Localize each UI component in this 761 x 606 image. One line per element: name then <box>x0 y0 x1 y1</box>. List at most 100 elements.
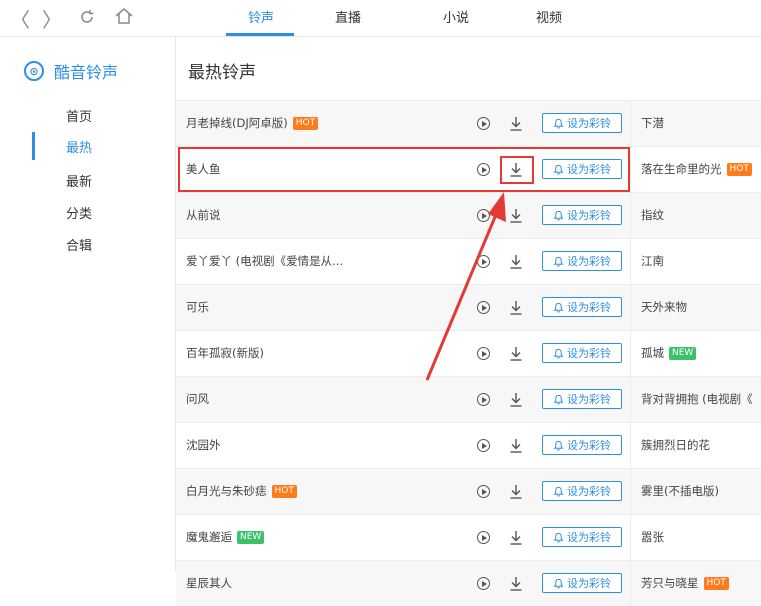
play-icon[interactable] <box>477 531 490 544</box>
download-icon[interactable] <box>508 528 524 546</box>
ringtone-title[interactable]: 月老掉线(DJ阿卓版) HOT <box>186 101 319 146</box>
ringtone-title[interactable]: 从前说 <box>186 193 221 238</box>
list-item[interactable]: 百年孤寂(新版) 设为彩铃 孤城 NEW <box>176 330 761 376</box>
list-item[interactable]: 爱丫爱丫 (电视剧《爱情是从... 设为彩铃 江南 <box>176 238 761 284</box>
download-icon[interactable] <box>508 344 524 362</box>
sidebar-item-home[interactable]: 首页 <box>66 106 92 125</box>
tab-video[interactable]: 视频 <box>536 7 562 26</box>
column-divider <box>630 101 631 146</box>
tab-live[interactable]: 直播 <box>335 7 361 26</box>
forward-icon[interactable]: 〉 <box>42 4 62 33</box>
download-icon[interactable] <box>508 574 524 592</box>
play-icon[interactable] <box>477 485 490 498</box>
ringtone-title-right[interactable]: 指纹 <box>641 193 664 238</box>
play-icon[interactable] <box>477 577 490 590</box>
refresh-icon[interactable] <box>78 8 96 26</box>
play-icon[interactable] <box>477 393 490 406</box>
play-icon[interactable] <box>477 347 490 360</box>
tab-novel[interactable]: 小说 <box>443 7 469 26</box>
list-item[interactable]: 沈园外 设为彩铃 簇拥烈日的花 <box>176 422 761 468</box>
hot-badge: HOT <box>703 577 729 590</box>
sidebar: ⊙ 酷音铃声 首页 最热 最新 分类 合辑 <box>0 37 176 571</box>
sidebar-item-newest[interactable]: 最新 <box>66 171 92 190</box>
new-badge: NEW <box>669 347 697 360</box>
set-ringback-label: 设为彩铃 <box>567 209 611 222</box>
set-ringback-button[interactable]: 设为彩铃 <box>542 527 622 547</box>
ringtone-title-text: 可乐 <box>186 300 209 314</box>
ringtone-title-right[interactable]: 嚣张 <box>641 515 664 560</box>
set-ringback-button[interactable]: 设为彩铃 <box>542 481 622 501</box>
column-divider <box>630 285 631 330</box>
set-ringback-label: 设为彩铃 <box>567 439 611 452</box>
list-item[interactable]: 问风 设为彩铃 背对背拥抱 (电视剧《 <box>176 376 761 422</box>
play-icon[interactable] <box>477 117 490 130</box>
ringtone-title-right[interactable]: 下潜 <box>641 101 664 146</box>
set-ringback-button[interactable]: 设为彩铃 <box>542 113 622 133</box>
download-icon[interactable] <box>508 114 524 132</box>
list-item[interactable]: 白月光与朱砂痣 HOT 设为彩铃 雾里(不插电版) <box>176 468 761 514</box>
ringtone-title[interactable]: 沈园外 <box>186 423 221 468</box>
set-ringback-button[interactable]: 设为彩铃 <box>542 205 622 225</box>
hot-badge: HOT <box>271 485 297 498</box>
set-ringback-button[interactable]: 设为彩铃 <box>542 297 622 317</box>
download-icon[interactable] <box>508 298 524 316</box>
sidebar-item-collection[interactable]: 合辑 <box>66 235 92 254</box>
column-divider <box>630 469 631 514</box>
set-ringback-label: 设为彩铃 <box>567 393 611 406</box>
download-icon[interactable] <box>508 482 524 500</box>
play-icon[interactable] <box>477 255 490 268</box>
tab-ringtone[interactable]: 铃声 <box>248 7 274 26</box>
bell-icon <box>553 394 564 405</box>
play-icon[interactable] <box>477 439 490 452</box>
download-icon[interactable] <box>508 252 524 270</box>
bell-icon <box>553 256 564 267</box>
ringtone-title[interactable]: 星辰其人 <box>186 561 232 606</box>
ringtone-title[interactable]: 魔鬼邂逅 NEW <box>186 515 265 560</box>
ringtone-title-text: 天外来物 <box>641 300 687 314</box>
set-ringback-button[interactable]: 设为彩铃 <box>542 251 622 271</box>
ringtone-title-right[interactable]: 天外来物 <box>641 285 687 330</box>
list-item[interactable]: 从前说 设为彩铃 指纹 <box>176 192 761 238</box>
ringtone-title[interactable]: 白月光与朱砂痣 HOT <box>186 469 297 514</box>
sidebar-item-category[interactable]: 分类 <box>66 203 92 222</box>
list-item[interactable]: 星辰其人 设为彩铃 芳只与晓星 HOT <box>176 560 761 606</box>
play-icon[interactable] <box>477 209 490 222</box>
ringtone-title[interactable]: 问风 <box>186 377 209 422</box>
home-icon[interactable] <box>114 7 134 25</box>
ringtone-title-right[interactable]: 簇拥烈日的花 <box>641 423 710 468</box>
ringtone-title-text: 问风 <box>186 392 209 406</box>
list-item[interactable]: 月老掉线(DJ阿卓版) HOT 设为彩铃 下潜 <box>176 100 761 146</box>
list-item[interactable]: 魔鬼邂逅 NEW 设为彩铃 嚣张 <box>176 514 761 560</box>
set-ringback-label: 设为彩铃 <box>567 255 611 268</box>
play-icon[interactable] <box>477 301 490 314</box>
ringtone-title-right[interactable]: 孤城 NEW <box>641 331 697 376</box>
ringtone-title-text: 指纹 <box>641 208 664 222</box>
back-icon[interactable]: 〈 <box>10 4 30 33</box>
set-ringback-label: 设为彩铃 <box>567 577 611 590</box>
set-ringback-label: 设为彩铃 <box>567 347 611 360</box>
ringtone-title[interactable]: 爱丫爱丫 (电视剧《爱情是从... <box>186 239 343 284</box>
ringtone-title-right[interactable]: 落在生命里的光 HOT <box>641 147 752 192</box>
ringtone-title[interactable]: 百年孤寂(新版) <box>186 331 264 376</box>
column-divider <box>630 147 631 192</box>
bell-icon <box>553 532 564 543</box>
set-ringback-button[interactable]: 设为彩铃 <box>542 435 622 455</box>
ringtone-title-right[interactable]: 背对背拥抱 (电视剧《 <box>641 377 753 422</box>
column-divider <box>630 239 631 284</box>
download-icon[interactable] <box>508 390 524 408</box>
ringtone-title-right[interactable]: 雾里(不插电版) <box>641 469 719 514</box>
ringtone-title[interactable]: 可乐 <box>186 285 209 330</box>
download-icon[interactable] <box>508 436 524 454</box>
ringtone-title-text: 百年孤寂(新版) <box>186 346 264 360</box>
ringtone-title-right[interactable]: 江南 <box>641 239 664 284</box>
set-ringback-button[interactable]: 设为彩铃 <box>542 389 622 409</box>
column-divider <box>630 423 631 468</box>
list-item[interactable]: 可乐 设为彩铃 天外来物 <box>176 284 761 330</box>
brand: ⊙ 酷音铃声 <box>24 59 118 83</box>
sidebar-item-hottest[interactable]: 最热 <box>66 137 92 156</box>
ringtone-title-text: 沈园外 <box>186 438 221 452</box>
set-ringback-button[interactable]: 设为彩铃 <box>542 343 622 363</box>
download-icon[interactable] <box>508 206 524 224</box>
set-ringback-button[interactable]: 设为彩铃 <box>542 573 622 593</box>
ringtone-title-right[interactable]: 芳只与晓星 HOT <box>641 561 729 606</box>
